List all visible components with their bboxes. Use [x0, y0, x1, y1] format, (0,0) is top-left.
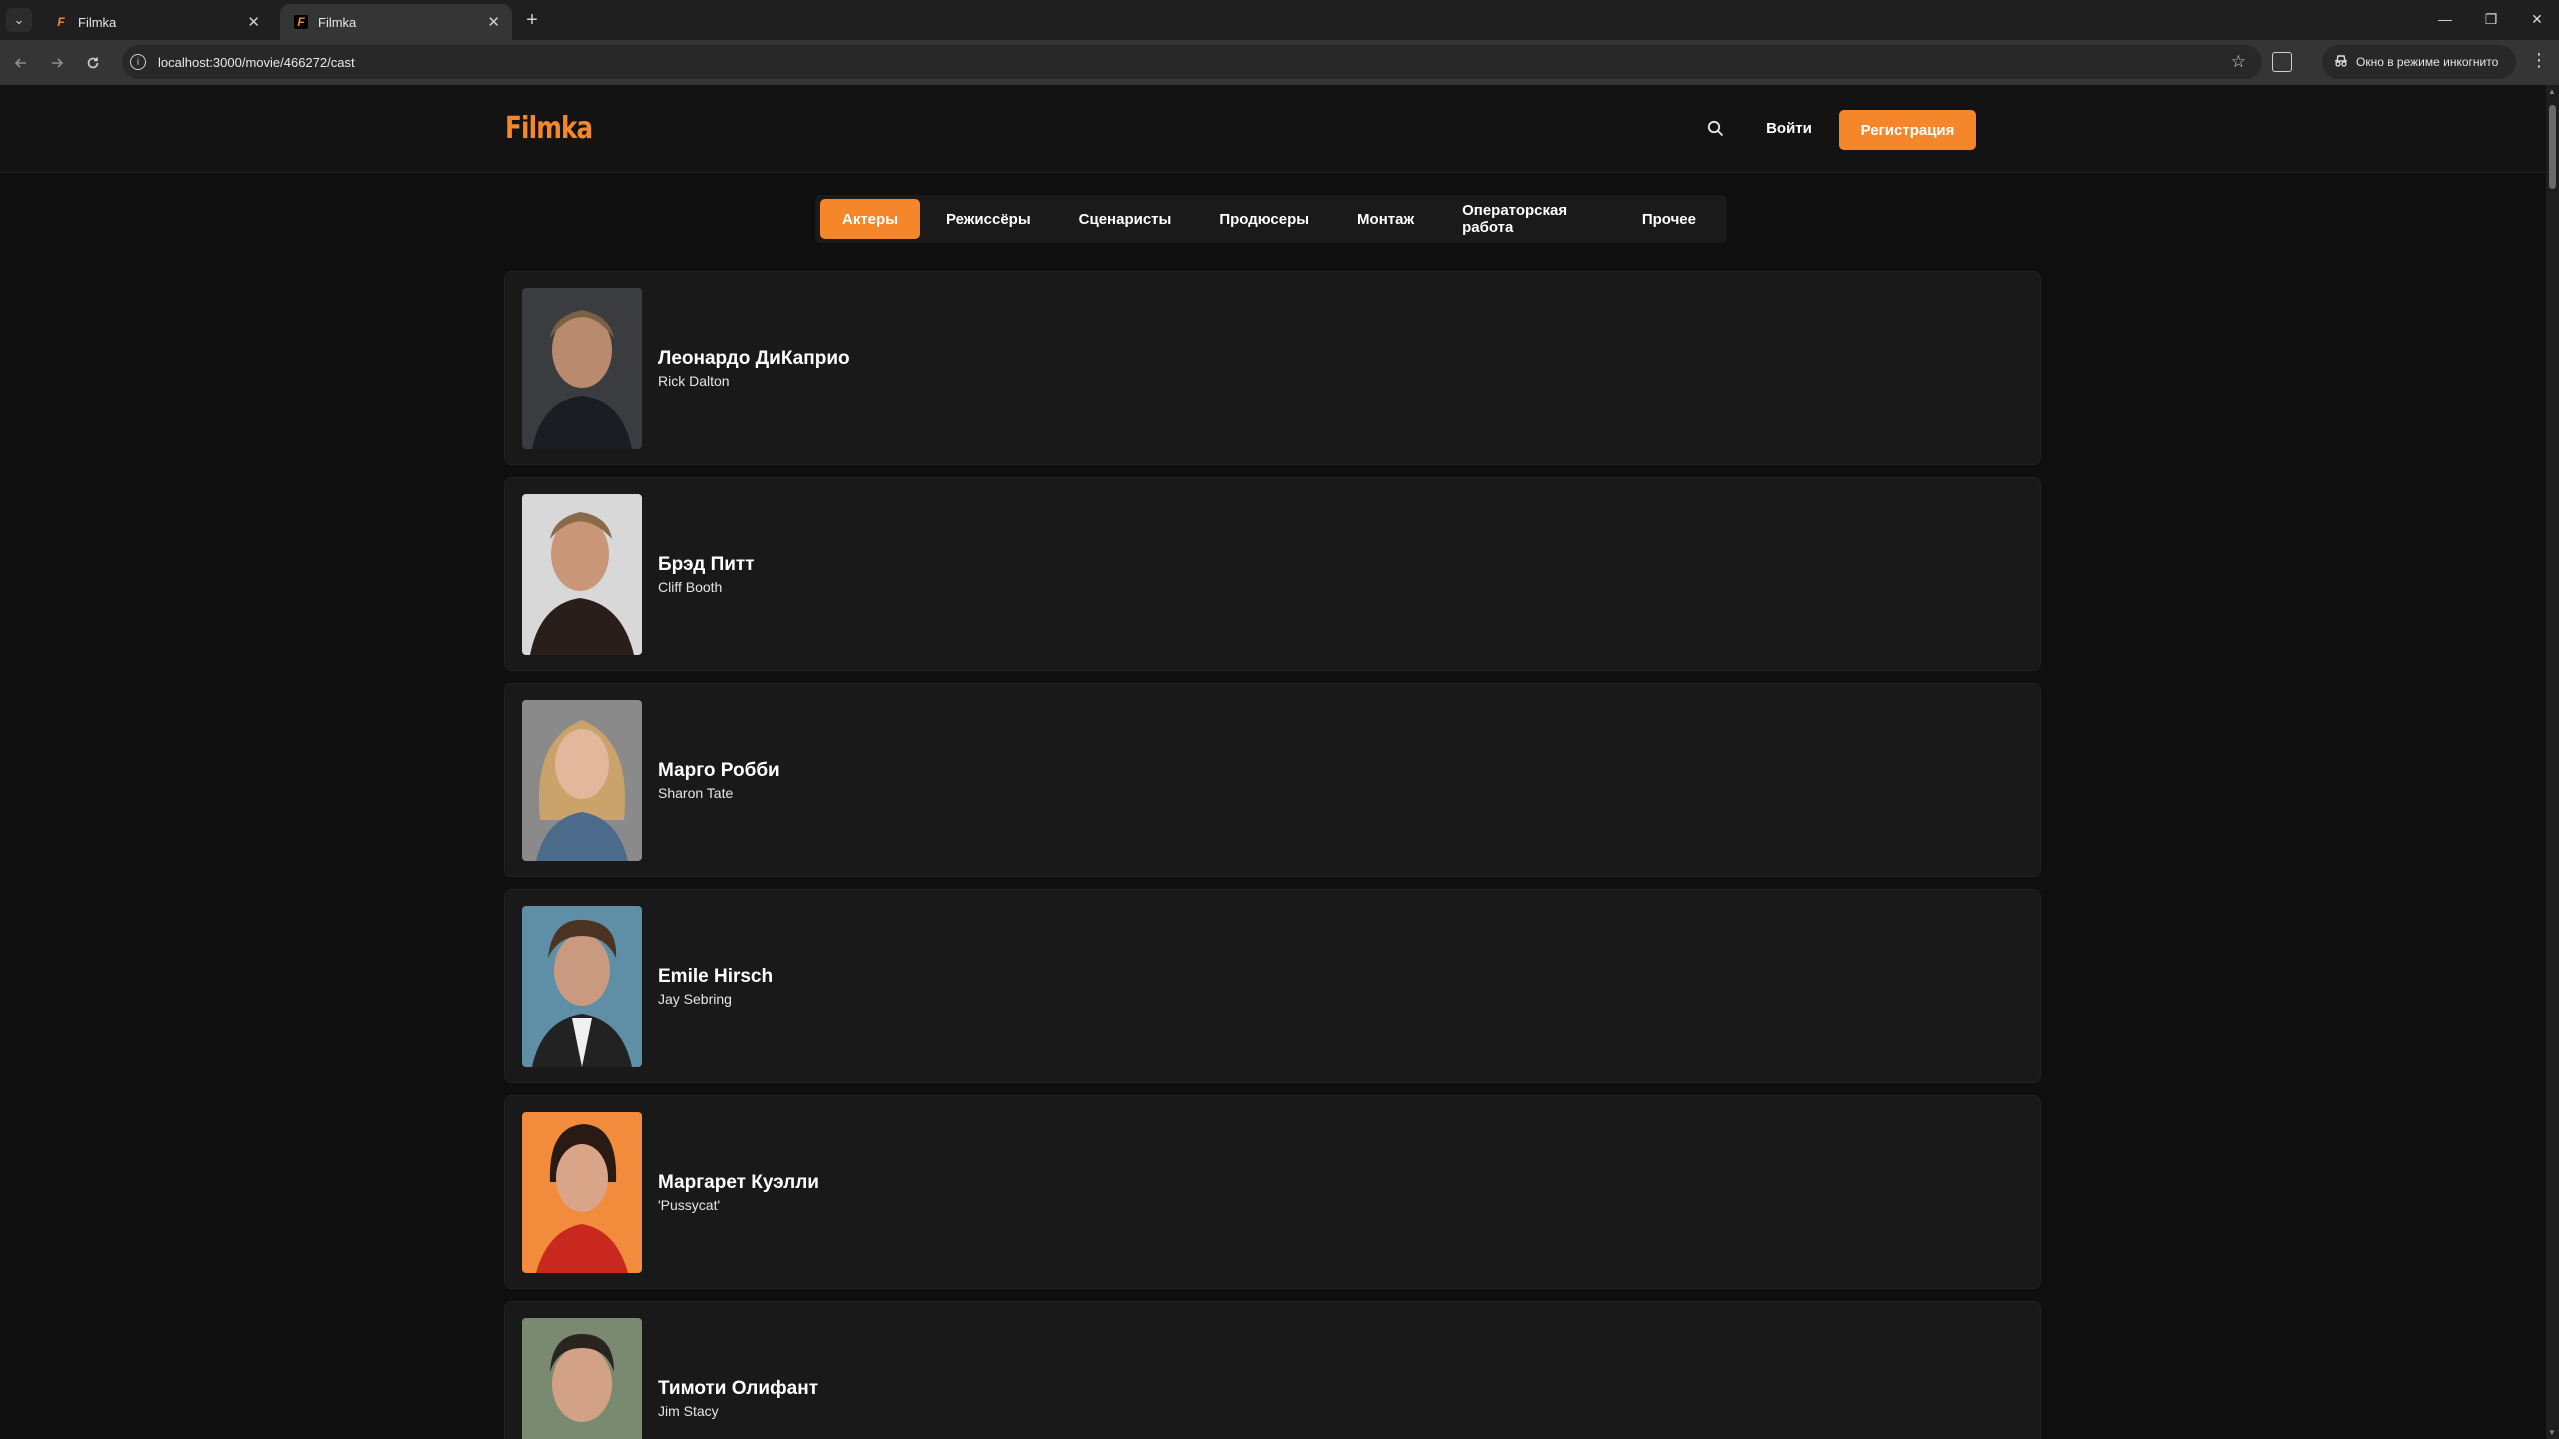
actor-name[interactable]: Emile Hirsch	[658, 966, 773, 988]
tab-other[interactable]: Прочее	[1620, 199, 1718, 239]
actor-photo[interactable]	[522, 1318, 642, 1439]
reload-icon[interactable]	[80, 50, 106, 76]
actor-photo[interactable]	[522, 1112, 642, 1273]
filmka-favicon-icon: F	[294, 15, 308, 29]
tab-producers[interactable]: Продюсеры	[1197, 199, 1331, 239]
restore-button[interactable]: ❐	[2476, 6, 2506, 32]
register-button[interactable]: Регистрация	[1839, 110, 1976, 150]
minimize-button[interactable]: —	[2430, 6, 2460, 32]
actor-photo[interactable]	[522, 906, 642, 1067]
browser-toolbar: i localhost:3000/movie/466272/cast ☆ Окн…	[0, 40, 2559, 85]
back-icon[interactable]	[8, 50, 34, 76]
cast-category-tabs: Актеры Режиссёры Сценаристы Продюсеры Мо…	[815, 195, 1727, 243]
actor-name[interactable]: Леонардо ДиКаприо	[658, 348, 850, 370]
site-logo[interactable]: Filmka	[505, 111, 593, 146]
window-close-button[interactable]: ✕	[2522, 6, 2552, 32]
tab-actors[interactable]: Актеры	[820, 199, 921, 239]
tab-cinematography[interactable]: Операторская работа	[1440, 199, 1616, 239]
actor-photo[interactable]	[522, 288, 642, 449]
close-icon[interactable]: ✕	[487, 13, 500, 31]
actor-name[interactable]: Марго Робби	[658, 760, 780, 782]
cast-card[interactable]: Марго Робби Sharon Tate	[504, 683, 2041, 877]
scroll-up-icon[interactable]: ▲	[2548, 87, 2556, 96]
site-header: Filmka Войти Регистрация	[0, 85, 2546, 173]
info-icon[interactable]: i	[130, 54, 146, 70]
login-button[interactable]: Войти	[1752, 109, 1826, 147]
actor-name[interactable]: Брэд Питт	[658, 554, 755, 576]
menu-icon[interactable]: ⋮	[2530, 50, 2548, 71]
browser-tab-title: Filmka	[78, 14, 117, 30]
page-viewport: Filmka Войти Регистрация Актеры Режиссёр…	[0, 85, 2546, 1439]
tab-list-button[interactable]: ⌄	[6, 8, 32, 32]
star-icon[interactable]: ☆	[2231, 52, 2246, 72]
character-name: 'Pussycat'	[658, 1197, 721, 1213]
cast-card[interactable]: Брэд Питт Cliff Booth	[504, 477, 2041, 671]
new-tab-button[interactable]: +	[520, 8, 544, 32]
chevron-down-icon: ⌄	[13, 12, 25, 27]
page-scrollbar[interactable]: ▲ ▼	[2546, 85, 2559, 1439]
tab-editing[interactable]: Монтаж	[1335, 199, 1436, 239]
character-name: Jim Stacy	[658, 1403, 719, 1419]
filmka-favicon-icon: F	[57, 15, 65, 29]
browser-tab-2[interactable]: F Filmka ✕	[280, 4, 512, 40]
search-icon[interactable]	[1702, 115, 1728, 141]
incognito-label: Окно в режиме инкогнито	[2356, 55, 2499, 69]
actor-photo[interactable]	[522, 700, 642, 861]
cast-list: Леонардо ДиКаприо Rick Dalton Брэд Питт …	[504, 271, 2041, 1439]
actor-name[interactable]: Тимоти Олифант	[658, 1378, 818, 1400]
cast-card[interactable]: Леонардо ДиКаприо Rick Dalton	[504, 271, 2041, 465]
scroll-down-icon[interactable]: ▼	[2548, 1428, 2556, 1437]
url-text[interactable]: localhost:3000/movie/466272/cast	[158, 55, 355, 70]
character-name: Sharon Tate	[658, 785, 734, 801]
address-bar[interactable]: i localhost:3000/movie/466272/cast ☆	[122, 45, 2262, 79]
cast-card[interactable]: Emile Hirsch Jay Sebring	[504, 889, 2041, 1083]
incognito-indicator[interactable]: Окно в режиме инкогнито	[2322, 45, 2516, 79]
character-name: Cliff Booth	[658, 579, 723, 595]
forward-icon[interactable]	[44, 50, 70, 76]
character-name: Jay Sebring	[658, 991, 732, 1007]
incognito-icon	[2334, 54, 2348, 70]
actor-name[interactable]: Маргарет Куэлли	[658, 1172, 819, 1194]
tab-writers[interactable]: Сценаристы	[1057, 199, 1194, 239]
browser-tabstrip: ⌄ F Filmka ✕ F Filmka ✕ + — ❐ ✕	[0, 0, 2559, 40]
tab-directors[interactable]: Режиссёры	[924, 199, 1053, 239]
browser-tab-1[interactable]: F Filmka ✕	[40, 4, 272, 40]
character-name: Rick Dalton	[658, 373, 730, 389]
browser-tab-title: Filmka	[318, 14, 357, 30]
extensions-icon[interactable]	[2272, 52, 2292, 72]
cast-card[interactable]: Маргарет Куэлли 'Pussycat'	[504, 1095, 2041, 1289]
actor-photo[interactable]	[522, 494, 642, 655]
close-icon[interactable]: ✕	[247, 13, 260, 31]
cast-card[interactable]: Тимоти Олифант Jim Stacy	[504, 1301, 2041, 1439]
scrollbar-thumb[interactable]	[2549, 105, 2556, 189]
